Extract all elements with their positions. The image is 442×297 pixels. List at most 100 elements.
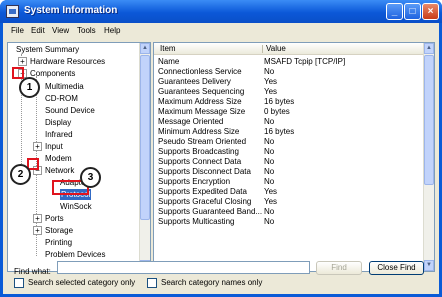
menu-edit[interactable]: Edit (31, 26, 45, 35)
tree-item-infrared[interactable]: Infrared (45, 129, 73, 140)
value-cell: No (264, 117, 275, 126)
tree-item-sound-device[interactable]: Sound Device (45, 105, 95, 116)
table-row[interactable]: Minimum Address Size 16 bytes (154, 127, 423, 137)
tree-item-hardware-resources[interactable]: Hardware Resources (30, 56, 105, 67)
search-selected-category-label[interactable]: Search selected category only (28, 278, 135, 287)
menu-help[interactable]: Help (104, 26, 120, 35)
menu-view[interactable]: View (52, 26, 69, 35)
find-button[interactable]: Find (316, 261, 362, 275)
expand-icon[interactable]: + (33, 142, 42, 151)
client-area: File Edit View Tools Help System Summary… (3, 23, 439, 294)
close-window-button[interactable]: × (422, 3, 439, 20)
table-row[interactable]: Pseudo Stream Oriented No (154, 137, 423, 147)
close-find-button[interactable]: Close Find (369, 261, 424, 275)
tree-item-components[interactable]: Components (30, 68, 75, 79)
expand-icon[interactable]: + (33, 214, 42, 223)
tree-item-storage[interactable]: Storage (45, 225, 73, 236)
title-bar[interactable]: System Information _ □ × (0, 0, 442, 23)
tree-item-system-summary[interactable]: System Summary (16, 44, 79, 55)
callout-3: 3 (80, 167, 101, 188)
column-header-item[interactable]: Item (160, 44, 176, 53)
table-row[interactable]: Supports Disconnect Data No (154, 167, 423, 177)
table-row[interactable]: Supports Broadcasting No (154, 147, 423, 157)
tree-scrollbar[interactable]: ▲ ▼ (139, 43, 150, 271)
window-title: System Information (24, 5, 118, 16)
tree-item-modem[interactable]: Modem (45, 153, 72, 164)
item-cell: Supports Disconnect Data (158, 167, 251, 176)
column-divider[interactable] (262, 45, 263, 53)
item-cell: Pseudo Stream Oriented (158, 137, 247, 146)
table-row[interactable]: Supports Expedited Data Yes (154, 187, 423, 197)
scroll-thumb[interactable] (424, 55, 434, 185)
scroll-down-icon[interactable]: ▼ (424, 260, 434, 271)
system-information-window: System Information _ □ × File Edit View … (0, 0, 442, 297)
minimize-button[interactable]: _ (386, 3, 403, 20)
callout-2: 2 (10, 164, 31, 185)
menu-file[interactable]: File (11, 26, 24, 35)
tree-item-printing[interactable]: Printing (45, 237, 72, 248)
system-information-icon (6, 5, 19, 18)
value-cell: Yes (264, 187, 278, 196)
tree-item-problem-devices[interactable]: Problem Devices (45, 249, 105, 260)
value-cell: No (264, 207, 275, 216)
tree-item-cd-rom[interactable]: CD-ROM (45, 93, 78, 104)
callout-1: 1 (19, 77, 40, 98)
table-row[interactable]: Name MSAFD Tcpip [TCP/IP] (154, 57, 423, 67)
tree-item-ports[interactable]: Ports (45, 213, 64, 224)
menu-bar: File Edit View Tools Help (3, 23, 439, 40)
value-cell: No (264, 147, 275, 156)
menu-tools[interactable]: Tools (77, 26, 96, 35)
item-cell: Guarantees Sequencing (158, 87, 245, 96)
item-cell: Supports Broadcasting (158, 147, 239, 156)
find-label: Find what: (14, 267, 51, 276)
scroll-up-icon[interactable]: ▲ (140, 43, 150, 54)
value-cell: MSAFD Tcpip [TCP/IP] (264, 57, 346, 66)
tree-item-display[interactable]: Display (45, 117, 71, 128)
expand-icon[interactable]: + (18, 57, 27, 66)
value-cell: 16 bytes (264, 127, 295, 136)
table-row[interactable]: Guarantees Delivery Yes (154, 77, 423, 87)
value-cell: No (264, 137, 275, 146)
item-cell: Supports Multicasting (158, 217, 235, 226)
expand-icon[interactable]: + (33, 226, 42, 235)
maximize-button[interactable]: □ (404, 3, 421, 20)
scroll-thumb[interactable] (140, 55, 150, 220)
table-row[interactable]: Connectionless Service No (154, 67, 423, 77)
value-cell: Yes (264, 77, 278, 86)
tree-item-winsock[interactable]: WinSock (60, 201, 92, 212)
value-cell: Yes (264, 197, 278, 206)
item-cell: Maximum Address Size (158, 97, 242, 106)
table-row[interactable]: Maximum Message Size 0 bytes (154, 107, 423, 117)
table-row[interactable]: Guarantees Sequencing Yes (154, 87, 423, 97)
table-row[interactable]: Supports Graceful Closing Yes (154, 197, 423, 207)
item-cell: Maximum Message Size (158, 107, 246, 116)
value-cell: No (264, 157, 275, 166)
search-category-names-label[interactable]: Search category names only (161, 278, 262, 287)
item-cell: Supports Graceful Closing (158, 197, 252, 206)
item-cell: Guarantees Delivery (158, 77, 231, 86)
tree-item-input[interactable]: Input (45, 141, 63, 152)
table-row[interactable]: Supports Connect Data No (154, 157, 423, 167)
table-row[interactable]: Maximum Address Size 16 bytes (154, 97, 423, 107)
details-list[interactable]: Item Value Name MSAFD Tcpip [TCP/IP] Conne… (153, 42, 435, 272)
item-cell: Supports Guaranteed Band... (158, 207, 263, 216)
list-header: Item Value (154, 43, 423, 55)
table-row[interactable]: Supports Encryption No (154, 177, 423, 187)
search-category-names-checkbox[interactable] (147, 278, 157, 288)
column-header-value[interactable]: Value (266, 44, 286, 53)
value-cell: No (264, 217, 275, 226)
find-input[interactable] (57, 261, 310, 274)
table-row[interactable]: Supports Guaranteed Band... No (154, 207, 423, 217)
search-selected-category-checkbox[interactable] (14, 278, 24, 288)
value-cell: 16 bytes (264, 97, 295, 106)
tree-item-network[interactable]: Network (45, 165, 74, 176)
value-cell: 0 bytes (264, 107, 290, 116)
tree-item-multimedia[interactable]: Multimedia (45, 81, 84, 92)
item-cell: Connectionless Service (158, 67, 242, 76)
table-row[interactable]: Supports Multicasting No (154, 217, 423, 227)
item-cell: Name (158, 57, 180, 66)
table-row[interactable]: Message Oriented No (154, 117, 423, 127)
list-scrollbar[interactable]: ▲ ▼ (423, 43, 434, 271)
scroll-up-icon[interactable]: ▲ (424, 43, 434, 54)
value-cell: No (264, 177, 275, 186)
